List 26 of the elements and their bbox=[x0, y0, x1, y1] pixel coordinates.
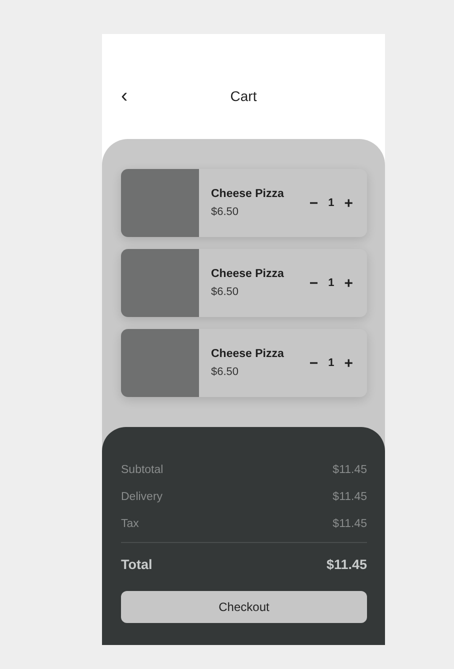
decrease-button[interactable]: − bbox=[309, 354, 318, 372]
item-price: $6.50 bbox=[211, 286, 240, 298]
summary-label: Delivery bbox=[121, 490, 163, 502]
quantity: 1 bbox=[328, 277, 334, 289]
increase-button[interactable]: + bbox=[344, 274, 353, 292]
item-name: Cheese Pizza bbox=[211, 348, 285, 360]
increase-button[interactable]: + bbox=[344, 194, 353, 212]
checkout-button[interactable]: Checkout bbox=[121, 591, 367, 623]
summary-value: $11.45 bbox=[332, 464, 367, 476]
summary-value: $11.45 bbox=[332, 518, 367, 530]
summary-label: Tax bbox=[121, 518, 139, 530]
back-button[interactable]: ‹ bbox=[121, 86, 133, 106]
quantity: 1 bbox=[328, 197, 334, 209]
summary-label: Subtotal bbox=[121, 464, 164, 476]
total-label: Total bbox=[121, 556, 152, 572]
total-value: $11.45 bbox=[326, 556, 367, 572]
item-price: $6.50 bbox=[211, 206, 240, 218]
decrease-button[interactable]: − bbox=[309, 274, 318, 292]
increase-button[interactable]: + bbox=[344, 354, 353, 372]
summary-value: $11.45 bbox=[332, 490, 367, 502]
quantity: 1 bbox=[328, 357, 334, 369]
item-price: $6.50 bbox=[211, 366, 240, 378]
decrease-button[interactable]: − bbox=[309, 194, 318, 212]
page-title: Cart bbox=[230, 88, 257, 104]
item-name: Cheese Pizza bbox=[211, 188, 285, 200]
item-name: Cheese Pizza bbox=[211, 268, 285, 280]
